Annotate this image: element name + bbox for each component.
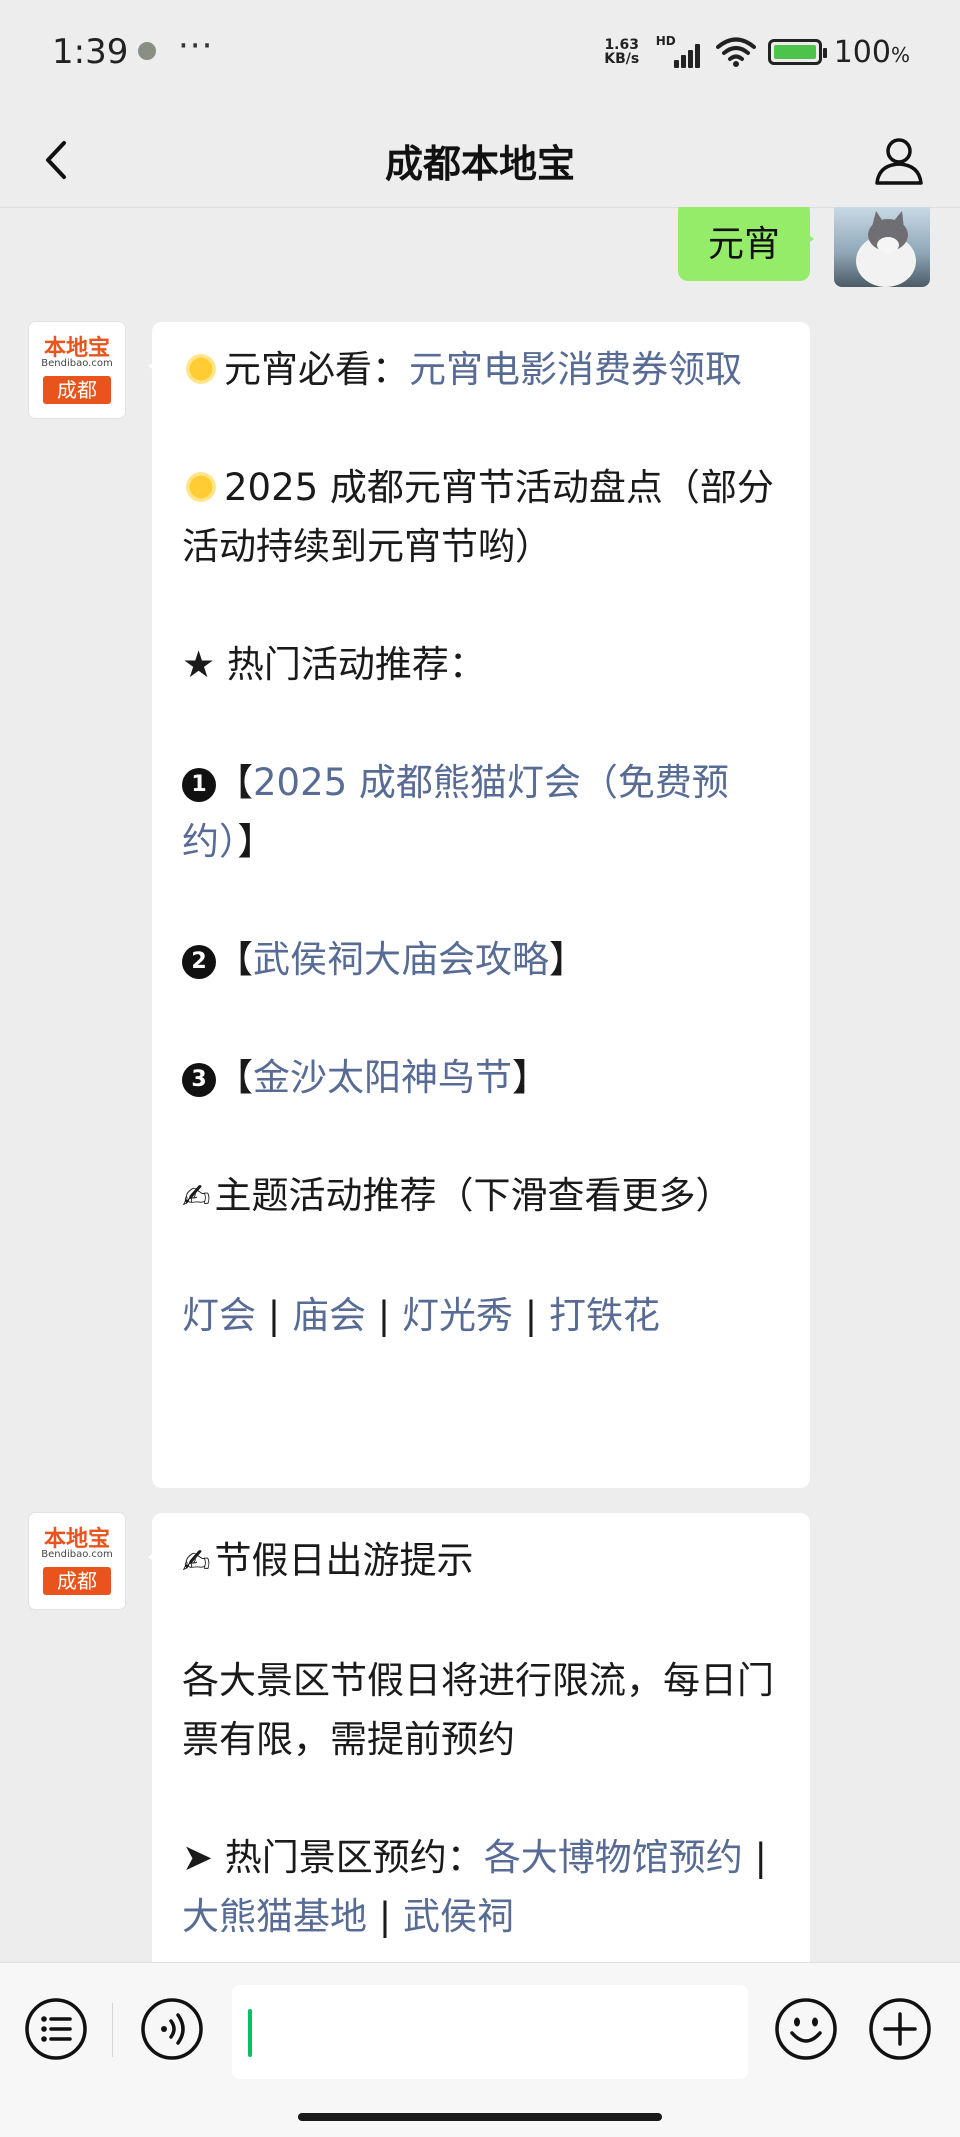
- theme-activities-text: 主题活动推荐（下滑查看更多）: [214, 1174, 733, 1217]
- voice-icon[interactable]: [140, 1997, 204, 2061]
- user-avatar[interactable]: [834, 207, 930, 287]
- hot-activities-heading: ★ 热门活动推荐：: [182, 643, 486, 686]
- status-time: 1:39: [52, 32, 129, 72]
- battery-percent-unit: %: [890, 42, 910, 67]
- cat-avatar-image: [856, 211, 916, 287]
- crowd-limit-text: 各大景区节假日将进行限流，每日门票有限，需提前预约: [182, 1659, 774, 1761]
- user-message-bubble[interactable]: 元宵: [677, 207, 815, 281]
- tag-separator: |: [256, 1294, 292, 1337]
- movie-coupon-link[interactable]: 元宵电影消费券领取: [409, 348, 742, 391]
- number-badge-icon: 1: [182, 768, 216, 802]
- number-badge-icon: 3: [182, 1063, 216, 1097]
- link-separator: |: [367, 1895, 403, 1938]
- status-indicators: 1.63 KB/s HD 100%: [600, 32, 910, 72]
- menu-list-icon[interactable]: [24, 1997, 88, 2061]
- signal-icon: HD: [656, 34, 704, 70]
- tag-link-temple-fair[interactable]: 庙会: [292, 1294, 366, 1337]
- sun-icon: [182, 468, 220, 506]
- activities-summary-text: 2025 成都元宵节活动盘点（部分活动持续到元宵节哟）: [182, 466, 774, 568]
- battery-percent: 100%: [834, 35, 910, 70]
- battery-percent-value: 100: [833, 34, 891, 70]
- bracket-open: 【: [216, 1056, 253, 1099]
- notification-icon: [138, 42, 156, 60]
- network-speed: 1.63 KB/s: [600, 38, 644, 66]
- tag-link-iron-flower[interactable]: 打铁花: [549, 1294, 660, 1337]
- wuhou-temple-fair-link[interactable]: 武侯祠大庙会攻略: [253, 938, 549, 981]
- more-notifications-icon: ···: [178, 26, 214, 66]
- message-paragraph: ➤ 热门景区预约：各大博物馆预约 | 大熊猫基地 | 武侯祠: [182, 1828, 780, 1946]
- message-paragraph: ✍ 节假日出游提示: [182, 1531, 780, 1592]
- wuhou-temple-link[interactable]: 武侯祠: [403, 1895, 514, 1938]
- divider: [112, 2003, 113, 2057]
- logo-city-text: 成都: [43, 1567, 111, 1595]
- battery-icon: [767, 39, 827, 65]
- message-paragraph: 2025 成都元宵节活动盘点（部分活动持续到元宵节哟）: [182, 458, 780, 576]
- writing-hand-icon: ✍: [182, 1542, 211, 1582]
- status-bar: 1:39 ··· 1.63 KB/s HD 100%: [0, 0, 960, 115]
- logo-domain-text: Bendibao.com: [41, 1549, 113, 1560]
- logo-city-text: 成都: [43, 376, 111, 404]
- network-speed-value: 1.63: [604, 37, 639, 53]
- network-speed-unit: KB/s: [604, 51, 640, 67]
- input-bar: [0, 1962, 960, 2137]
- tag-separator: |: [513, 1294, 549, 1337]
- bracket-open: 【: [216, 938, 253, 981]
- list-item: 3 【金沙太阳神鸟节】: [182, 1048, 780, 1107]
- link-separator: |: [742, 1836, 767, 1879]
- bot-avatar[interactable]: 本地宝 Bendibao.com 成都: [29, 1513, 125, 1609]
- holiday-travel-tips-text: 节假日出游提示: [214, 1539, 474, 1582]
- bot-message-bubble: 元宵必看：元宵电影消费券领取 2025 成都元宵节活动盘点（部分活动持续到元宵节…: [148, 322, 810, 1488]
- hd-label: HD: [655, 34, 676, 48]
- logo-domain-text: Bendibao.com: [41, 358, 113, 369]
- home-indicator[interactable]: [298, 2113, 662, 2121]
- museum-booking-link[interactable]: 各大博物馆预约: [484, 1836, 743, 1879]
- list-item: 1 【2025 成都熊猫灯会（免费预约）】: [182, 753, 780, 871]
- message-paragraph: 元宵必看：元宵电影消费券领取: [182, 340, 780, 399]
- number-badge-icon: 2: [182, 945, 216, 979]
- tag-links: 灯会 | 庙会 | 灯光秀 | 打铁花: [182, 1286, 780, 1345]
- tag-separator: |: [366, 1294, 402, 1337]
- list-item: 2 【武侯祠大庙会攻略】: [182, 930, 780, 989]
- bot-message-bubble: ✍ 节假日出游提示 各大景区节假日将进行限流，每日门票有限，需提前预约 ➤ 热门景…: [148, 1513, 810, 1962]
- plus-icon[interactable]: [868, 1997, 932, 2061]
- bracket-open: 【: [216, 761, 253, 804]
- lantern-must-see-label: 元宵必看：: [224, 348, 409, 391]
- profile-icon[interactable]: [870, 131, 928, 189]
- bracket-close: 】: [512, 1056, 549, 1099]
- hot-scenic-booking-label: ➤ 热门景区预约：: [182, 1836, 484, 1879]
- sun-icon: [182, 350, 220, 388]
- page-title: 成都本地宝: [384, 142, 575, 186]
- panda-base-link[interactable]: 大熊猫基地: [182, 1895, 367, 1938]
- message-input[interactable]: [232, 1985, 748, 2079]
- wifi-icon: [715, 37, 756, 67]
- bracket-close: 】: [237, 820, 275, 863]
- tag-link-light-show[interactable]: 灯光秀: [402, 1294, 513, 1337]
- tag-link-lantern[interactable]: 灯会: [182, 1294, 256, 1337]
- message-paragraph: ✍ 主题活动推荐（下滑查看更多）: [182, 1166, 780, 1227]
- emoji-icon[interactable]: [774, 1997, 838, 2061]
- writing-hand-icon: ✍: [182, 1177, 211, 1217]
- text-caret: [248, 2009, 252, 2057]
- bot-avatar[interactable]: 本地宝 Bendibao.com 成都: [29, 322, 125, 418]
- chat-area[interactable]: 元宵 本地宝 Bendibao.com 成都 元宵必看：元宵电影消费券领取 20…: [0, 207, 960, 1962]
- jinsha-sunbird-festival-link[interactable]: 金沙太阳神鸟节: [253, 1056, 512, 1099]
- bracket-close: 】: [549, 938, 586, 981]
- navigation-bar: 成都本地宝: [0, 115, 960, 208]
